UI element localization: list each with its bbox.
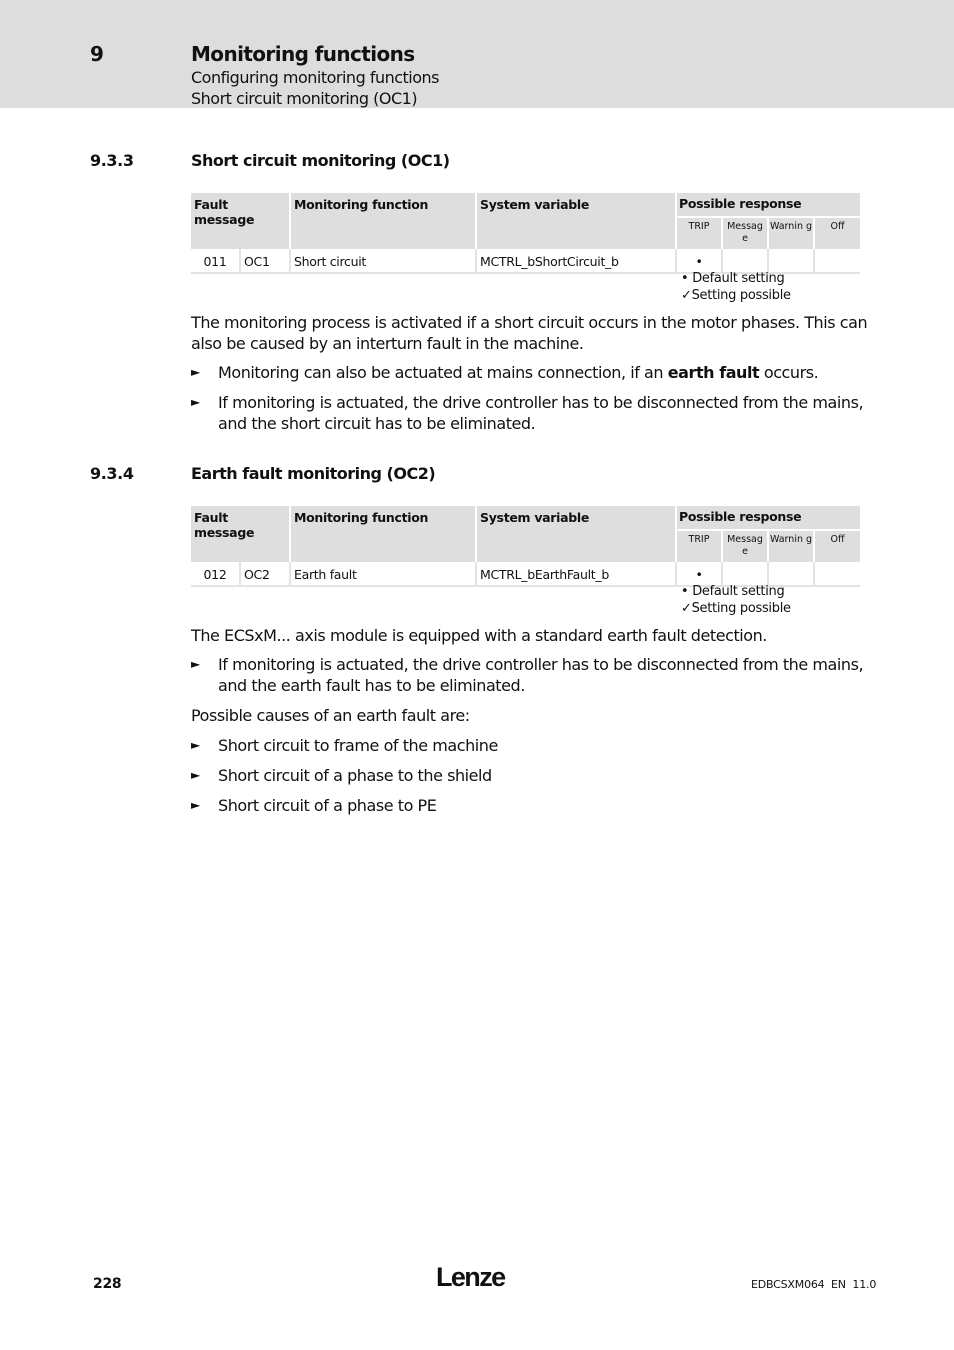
subheader-message: Messag e [723,531,767,562]
legend-setting-possible: ✓Setting possible [681,601,791,616]
table-legend: • Default setting ✓Setting possible [681,583,791,617]
chapter-header-band: 9 Monitoring functions Configuring monit… [0,0,954,108]
fault-table-oc2: Fault message Monitoring function System… [189,506,862,587]
paragraph: The ECSxM... axis module is equipped wit… [191,626,767,645]
header-fault-message: Fault message [191,193,289,249]
system-variable: MCTRL_bEarthFault_b [477,562,675,587]
section-number: 9.3.4 [90,464,134,483]
bullet-arrow-icon: ► [191,738,200,752]
table-legend: • Default setting ✓Setting possible [681,270,791,304]
document-id: EDBCSXM064 EN 11.0 [751,1278,877,1291]
header-system-variable: System variable [477,506,675,562]
subheader-off: Off [815,218,860,249]
bullet-arrow-icon: ► [191,395,200,409]
fault-code: 011 [191,249,239,274]
fault-id: OC1 [241,249,289,274]
subheader-trip: TRIP [677,218,721,249]
header-monitoring-function: Monitoring function [291,506,475,562]
header-fault-message: Fault message [191,506,289,562]
subheader-trip: TRIP [677,531,721,562]
legend-setting-possible: ✓Setting possible [681,288,791,303]
subheader-off: Off [815,531,860,562]
subheader-warning: Warnin g [769,531,813,562]
system-variable: MCTRL_bShortCircuit_b [477,249,675,274]
header-possible-response: Possible response [677,506,860,531]
paragraph: The monitoring process is activated if a… [191,313,868,353]
subheader-warning: Warnin g [769,218,813,249]
header-system-variable: System variable [477,193,675,249]
bullet-arrow-icon: ► [191,768,200,782]
subheader-message: Messag e [723,218,767,249]
fault-table-oc1: Fault message Monitoring function System… [189,193,862,274]
chapter-title: Monitoring functions [191,42,415,66]
bullet-arrow-icon: ► [191,365,200,379]
response-off [815,562,860,587]
monitoring-function: Earth fault [291,562,475,587]
bullet-arrow-icon: ► [191,798,200,812]
causes-intro: Possible causes of an earth fault are: [191,706,470,725]
response-off [815,249,860,274]
emphasis: earth fault [667,363,760,382]
section-number: 9.3.3 [90,151,134,170]
page-number: 228 [93,1276,122,1292]
monitoring-function: Short circuit [291,249,475,274]
section-title: Short circuit monitoring (OC1) [191,151,450,170]
legend-default-setting: • Default setting [681,584,785,599]
header-possible-response: Possible response [677,193,860,218]
header-monitoring-function: Monitoring function [291,193,475,249]
section-title: Earth fault monitoring (OC2) [191,464,436,483]
chapter-number: 9 [90,42,104,66]
header-subtitle: Configuring monitoring functions [191,68,440,87]
fault-id: OC2 [241,562,289,587]
legend-default-setting: • Default setting [681,271,785,286]
header-subtitle-current: Short circuit monitoring (OC1) [191,89,418,108]
bullet-arrow-icon: ► [191,657,200,671]
fault-code: 012 [191,562,239,587]
lenze-logo: Lenze [436,1262,506,1292]
